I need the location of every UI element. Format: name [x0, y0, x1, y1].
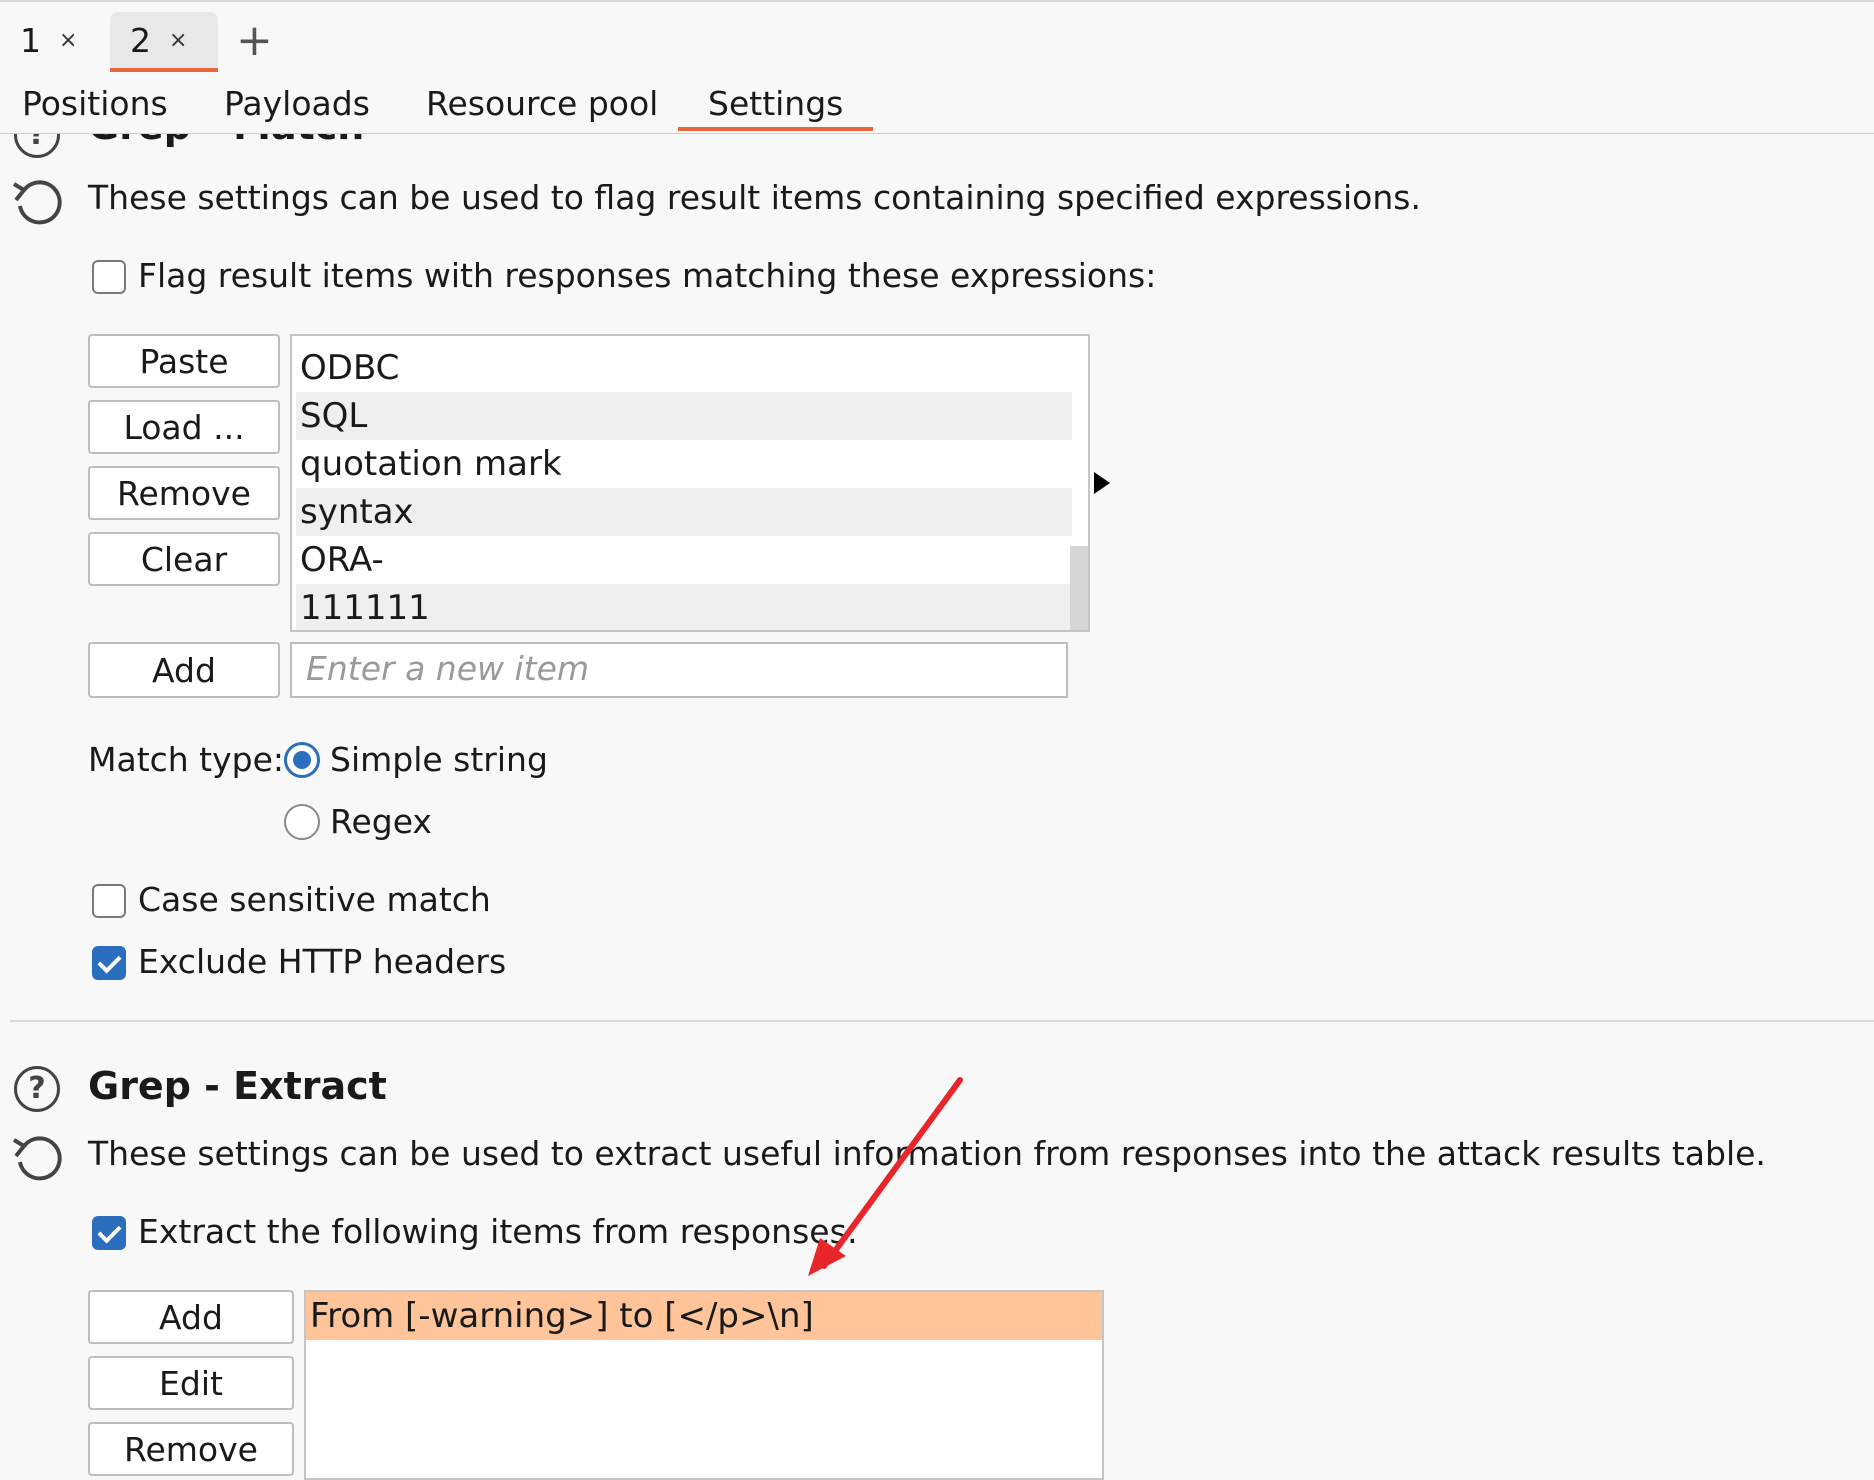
- case-sensitive-label: Case sensitive match: [138, 880, 491, 919]
- load-button[interactable]: Load ...: [88, 400, 280, 454]
- match-expressions-list[interactable]: ODBC SQL quotation mark syntax ORA- 1111…: [290, 334, 1090, 632]
- grep-match-description: These settings can be used to flag resul…: [88, 178, 1421, 217]
- flag-results-checkbox[interactable]: [92, 260, 126, 294]
- flag-results-label: Flag result items with responses matchin…: [138, 256, 1157, 295]
- window-tab-label: 1: [20, 20, 41, 60]
- simple-string-radio[interactable]: [284, 742, 320, 778]
- window-tab-2[interactable]: 2 ×: [110, 12, 218, 72]
- extract-items-checkbox[interactable]: [92, 1216, 126, 1250]
- undo-icon[interactable]: [10, 1132, 66, 1188]
- extract-items-label: Extract the following items from respons…: [138, 1212, 858, 1251]
- list-item[interactable]: 111111: [296, 584, 1072, 630]
- case-sensitive-checkbox[interactable]: [92, 884, 126, 918]
- annotation-arrow: [808, 1077, 963, 1276]
- list-item[interactable]: syntax: [296, 488, 1072, 536]
- add-item-button[interactable]: Add: [88, 642, 280, 698]
- add-tab-icon[interactable]: +: [236, 16, 273, 66]
- window-tab-1[interactable]: 1 ×: [0, 12, 92, 68]
- undo-icon[interactable]: [10, 176, 66, 232]
- tab-settings[interactable]: Settings: [678, 81, 874, 131]
- clear-button[interactable]: Clear: [88, 532, 280, 586]
- close-icon[interactable]: ×: [59, 28, 77, 53]
- list-item[interactable]: SQL: [296, 392, 1072, 440]
- window-tab-bar: 1 × 2 × +: [0, 0, 1874, 77]
- paste-button[interactable]: Paste: [88, 334, 280, 388]
- tab-payloads[interactable]: Payloads: [224, 81, 370, 127]
- list-item[interactable]: quotation mark: [296, 440, 1072, 488]
- scrollbar-thumb[interactable]: [1070, 546, 1088, 630]
- regex-radio[interactable]: [284, 804, 320, 840]
- extract-edit-button[interactable]: Edit: [88, 1356, 294, 1410]
- list-item-selected[interactable]: From [-warning>] to [</p>\n]: [306, 1292, 1102, 1340]
- extract-items-list[interactable]: From [-warning>] to [</p>\n]: [304, 1290, 1104, 1480]
- list-item[interactable]: ORA-: [296, 536, 1072, 584]
- exclude-headers-checkbox[interactable]: [92, 946, 126, 980]
- new-item-input[interactable]: Enter a new item: [290, 642, 1068, 698]
- simple-string-label: Simple string: [330, 740, 548, 779]
- grep-extract-title: Grep - Extract: [88, 1064, 387, 1108]
- tab-positions[interactable]: Positions: [22, 81, 168, 127]
- window-tab-label: 2: [130, 20, 151, 60]
- sub-tab-bar: Positions Payloads Resource pool Setting…: [0, 75, 1874, 134]
- match-type-label: Match type:: [88, 740, 285, 779]
- list-item[interactable]: ODBC: [296, 344, 1072, 392]
- help-icon[interactable]: ?: [14, 1066, 60, 1112]
- regex-label: Regex: [330, 802, 432, 841]
- extract-add-button[interactable]: Add: [88, 1290, 294, 1344]
- tab-resource-pool[interactable]: Resource pool: [426, 81, 658, 127]
- remove-button[interactable]: Remove: [88, 466, 280, 520]
- expand-arrow-icon[interactable]: [1092, 470, 1112, 496]
- exclude-headers-label: Exclude HTTP headers: [138, 942, 507, 981]
- close-icon[interactable]: ×: [169, 28, 187, 53]
- section-divider: [10, 1020, 1874, 1022]
